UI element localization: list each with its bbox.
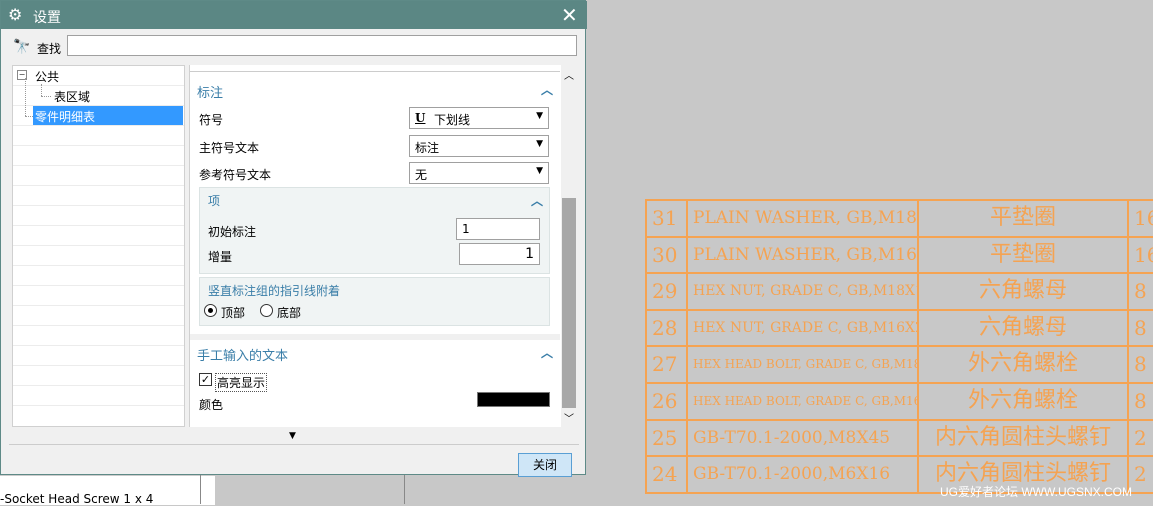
- table-cell-no: 29: [645, 272, 688, 311]
- section-leader: 竖直标注组的指引线附着: [208, 284, 341, 298]
- increment-input[interactable]: 1: [459, 243, 540, 265]
- table-cell-desc: GB-T70.1-2000,M6X16: [686, 455, 919, 494]
- initial-value: 1: [462, 222, 470, 236]
- table-cell-desc: HEX HEAD BOLT, GRADE C, GB,M18X70: [686, 345, 919, 384]
- panel-divider: [190, 71, 560, 72]
- scroll-down-icon[interactable]: ﹀: [564, 410, 574, 425]
- settings-panel: 标注 ︿ 符号 U 下划线 ▼ 主符号文本 标注 ▼ 参考符号文本 无 ▼ 项 …: [189, 65, 562, 427]
- chevron-up-icon[interactable]: ︿: [541, 81, 553, 98]
- ref-symbol-text-label: 参考符号文本: [199, 168, 272, 182]
- section-manual-text[interactable]: 手工输入的文本: [197, 345, 288, 364]
- table-cell-name: 内六角圆柱头螺钉: [917, 418, 1129, 458]
- ref-symbol-text-value: 无: [415, 168, 428, 182]
- dropdown-arrow-icon: ▼: [536, 111, 543, 121]
- table-cell-desc: HEX HEAD BOLT, GRADE C, GB,M16X80: [686, 382, 919, 421]
- increment-value: 1: [525, 246, 534, 262]
- symbol-value: 下划线: [434, 113, 471, 127]
- chevron-up-icon[interactable]: ︿: [541, 344, 553, 361]
- table-cell-no: 25: [645, 418, 688, 458]
- table-cell-no: 30: [645, 235, 688, 275]
- watermark: UG爱好者论坛 WWW.UGSNX.COM: [940, 485, 1132, 499]
- find-label: 查找: [37, 42, 62, 56]
- table-cell-desc: HEX NUT, GRADE C, GB,M16X2: [686, 308, 919, 348]
- initial-input[interactable]: 1: [456, 218, 540, 240]
- footer-divider: [9, 444, 579, 445]
- table-cell-no: 27: [645, 345, 688, 384]
- table-cell-name: 六角螺母: [917, 272, 1129, 311]
- radio-bottom-label: 底部: [277, 306, 302, 320]
- table-cell-name: 外六角螺栓: [917, 345, 1129, 384]
- table-cell-no: 26: [645, 382, 688, 421]
- highlight-label: 高亮显示: [215, 373, 268, 392]
- dropdown-arrow-icon: ▼: [536, 139, 543, 149]
- table-cell-name: 平垫圈: [917, 235, 1129, 275]
- table-cell-qty: 8: [1127, 272, 1153, 311]
- tree-item-common[interactable]: 公共: [35, 68, 59, 85]
- table-cell-name: 平垫圈: [917, 199, 1129, 238]
- symbol-dropdown[interactable]: U 下划线 ▼: [409, 107, 549, 129]
- dialog-title: 设置: [33, 10, 61, 26]
- symbol-label: 符号: [199, 113, 224, 127]
- scroll-up-icon[interactable]: ︿: [564, 67, 574, 82]
- dialog-titlebar[interactable]: ⚙ 设置 ✕: [1, 1, 587, 29]
- table-cell-no: 31: [645, 199, 688, 238]
- main-symbol-text-value: 标注: [415, 141, 440, 155]
- table-cell-qty: 8: [1127, 345, 1153, 384]
- table-cell-qty: 2: [1127, 418, 1153, 458]
- table-cell-qty: 16: [1127, 199, 1153, 238]
- settings-dialog: ⚙ 设置 ✕ 🔭 查找 − 公共 表区域 零件明细表 标注 ︿ 符号 U 下划线…: [0, 0, 587, 477]
- bottom-divider: [404, 475, 405, 504]
- table-cell-qty: 16: [1127, 235, 1153, 275]
- radio-bottom[interactable]: [260, 304, 273, 317]
- search-input[interactable]: [67, 35, 577, 56]
- table-cell-name: 六角螺母: [917, 308, 1129, 348]
- table-cell-qty: 8: [1127, 382, 1153, 421]
- table-cell-desc: HEX NUT, GRADE C, GB,M18X1.5: [686, 272, 919, 311]
- chevron-up-icon[interactable]: ︿: [531, 192, 543, 209]
- highlight-checkbox[interactable]: ✓: [199, 373, 212, 386]
- table-cell-no: 24: [645, 455, 688, 494]
- table-cell-desc: PLAIN WASHER, GB,M16: [686, 235, 919, 275]
- section-annotation[interactable]: 标注: [197, 82, 223, 101]
- initial-label: 初始标注: [208, 225, 257, 239]
- panel-divider: [190, 334, 560, 340]
- radio-top[interactable]: [204, 304, 217, 317]
- radio-top-label: 顶部: [221, 306, 246, 320]
- settings-tree: − 公共 表区域 零件明细表: [12, 65, 185, 427]
- gear-icon: ⚙: [8, 5, 23, 24]
- scrollbar-thumb[interactable]: [562, 198, 576, 408]
- table-cell-name: 外六角螺栓: [917, 382, 1129, 421]
- underline-icon: U: [415, 111, 426, 125]
- expand-more-icon[interactable]: ▼: [289, 431, 296, 441]
- close-icon[interactable]: ✕: [561, 3, 578, 27]
- main-symbol-text-dropdown[interactable]: 标注 ▼: [409, 135, 549, 157]
- ref-symbol-text-dropdown[interactable]: 无 ▼: [409, 162, 549, 184]
- increment-label: 增量: [208, 250, 233, 264]
- color-label: 颜色: [199, 398, 224, 412]
- table-cell-desc: PLAIN WASHER, GB,M18: [686, 199, 919, 238]
- tree-item-parts-list-label: 零件明细表: [35, 110, 96, 124]
- table-cell-desc: GB-T70.1-2000,M8X45: [686, 418, 919, 458]
- section-item[interactable]: 项: [208, 192, 220, 209]
- table-cell-no: 28: [645, 308, 688, 348]
- binoculars-icon: 🔭: [13, 39, 31, 55]
- close-button[interactable]: 关闭: [518, 453, 572, 477]
- dropdown-arrow-icon: ▼: [536, 166, 543, 176]
- table-cell-qty: 8: [1127, 308, 1153, 348]
- main-symbol-text-label: 主符号文本: [199, 141, 260, 155]
- bottom-divider-2: [200, 475, 201, 504]
- tree-item-table-region[interactable]: 表区域: [54, 88, 90, 105]
- color-swatch[interactable]: [477, 392, 550, 407]
